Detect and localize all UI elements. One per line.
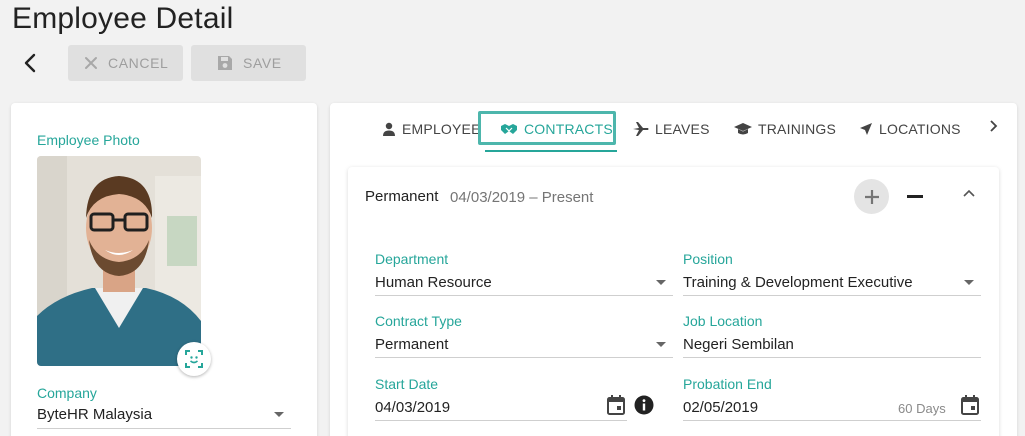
tab-label: EMPLOYEE [402, 121, 481, 137]
tab-contracts[interactable]: CONTRACTS [500, 111, 613, 147]
tab-employee[interactable]: EMPLOYEE [382, 111, 481, 147]
chevron-down-icon[interactable] [274, 412, 284, 417]
tab-locations[interactable]: LOCATIONS [859, 111, 961, 147]
position-label: Position [683, 251, 733, 267]
chevron-down-icon[interactable] [656, 342, 666, 347]
calendar-icon [961, 395, 979, 415]
save-button-label: SAVE [243, 55, 282, 71]
navigation-icon [860, 123, 872, 135]
chevron-down-icon[interactable] [964, 280, 974, 285]
remove-contract-button[interactable] [907, 195, 923, 198]
company-select[interactable]: ByteHR Malaysia [37, 406, 152, 423]
cancel-button[interactable]: CANCEL [68, 45, 183, 81]
probation-end-underline [683, 420, 981, 421]
handshake-icon [501, 124, 517, 134]
start-date-input[interactable]: 04/03/2019 [375, 399, 450, 416]
close-icon [85, 57, 97, 69]
chevron-down-icon[interactable] [656, 280, 666, 285]
tab-label: CONTRACTS [524, 121, 613, 137]
tab-label: LOCATIONS [879, 121, 961, 137]
back-button[interactable] [16, 50, 44, 76]
probation-days: 60 Days [898, 401, 946, 416]
chevron-left-icon [24, 53, 36, 73]
probation-end-label: Probation End [683, 376, 772, 392]
detail-card: EMPLOYEE CONTRACTS LEAVES TRAININGS LOCA… [330, 103, 1017, 436]
tab-scroll-next-button[interactable] [988, 119, 998, 138]
contract-panel: Permanent 04/03/2019 – Present Departmen… [348, 167, 999, 436]
start-date-label: Start Date [375, 376, 439, 392]
graduation-cap-icon [734, 123, 752, 135]
cancel-button-label: CANCEL [108, 55, 169, 71]
probation-end-input[interactable]: 02/05/2019 [683, 399, 758, 416]
tab-label: LEAVES [655, 121, 710, 137]
calendar-icon [607, 395, 625, 415]
face-scan-icon [185, 350, 203, 368]
start-date-info-button[interactable] [634, 395, 654, 420]
save-button[interactable]: SAVE [191, 45, 306, 81]
contract-title: Permanent [365, 188, 439, 205]
contract-type-select[interactable]: Permanent [375, 336, 448, 353]
job-location-underline [683, 357, 981, 358]
contract-type-underline [375, 357, 673, 358]
job-location-label: Job Location [683, 313, 763, 329]
chevron-right-icon [990, 120, 998, 132]
department-underline [375, 295, 673, 296]
floppy-disk-icon [218, 56, 232, 70]
position-underline [683, 295, 981, 296]
start-date-underline [375, 420, 627, 421]
department-label: Department [375, 251, 449, 267]
tab-bar: EMPLOYEE CONTRACTS LEAVES TRAININGS LOCA… [330, 103, 1017, 153]
company-underline [37, 428, 291, 429]
company-label: Company [37, 385, 97, 401]
page-title: Employee Detail [12, 2, 234, 35]
employee-photo[interactable] [37, 156, 201, 366]
position-select[interactable]: Training & Development Executive [683, 274, 913, 291]
job-location-input[interactable]: Negeri Sembilan [683, 336, 794, 353]
add-contract-button[interactable] [854, 179, 889, 214]
tab-trainings[interactable]: TRAININGS [734, 111, 836, 147]
profile-card: Employee Photo Company ByteHR Malaysia [11, 103, 317, 436]
tab-leaves[interactable]: LEAVES [633, 111, 710, 147]
tab-active-indicator [485, 150, 617, 152]
contract-period: 04/03/2019 – Present [450, 189, 594, 206]
collapse-panel-button[interactable] [962, 185, 976, 203]
chevron-up-icon [963, 189, 975, 197]
probation-end-calendar-button[interactable] [961, 395, 979, 420]
face-scan-button[interactable] [177, 342, 211, 376]
department-select[interactable]: Human Resource [375, 274, 492, 291]
plus-icon [864, 189, 879, 204]
info-icon [634, 395, 654, 415]
contract-type-label: Contract Type [375, 313, 462, 329]
airplane-icon [633, 122, 649, 136]
person-icon [383, 122, 395, 136]
start-date-calendar-button[interactable] [607, 395, 625, 420]
tab-label: TRAININGS [758, 121, 837, 137]
employee-photo-label: Employee Photo [37, 132, 140, 148]
